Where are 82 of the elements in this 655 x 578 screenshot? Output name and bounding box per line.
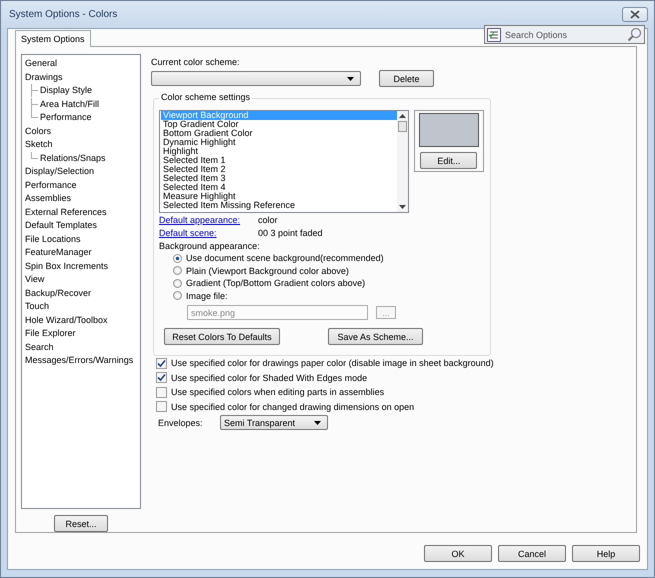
list-item[interactable]: Bottom Gradient Color (161, 129, 397, 138)
tree-item[interactable]: Colors (25, 124, 140, 138)
tree-item[interactable]: Default Templates (25, 219, 140, 232)
checkbox[interactable] (156, 386, 167, 398)
window-title: System Options - Colors (9, 9, 118, 20)
dialog-button[interactable]: Help (572, 545, 640, 562)
list-item[interactable]: Highlight (161, 147, 397, 156)
dropdown-arrow-icon (314, 420, 321, 424)
close-icon (630, 10, 640, 19)
default-scene-value: 00 3 point faded (258, 228, 323, 239)
checkbox[interactable] (156, 358, 167, 369)
list-item[interactable]: Top Gradient Color (161, 120, 397, 129)
default-appearance-link[interactable]: Default appearance: (159, 215, 254, 226)
edit-button[interactable]: Edit... (420, 152, 478, 169)
dropdown-arrow-icon (347, 76, 354, 80)
default-appearance-value: color (258, 215, 278, 226)
radio-label: Gradient (Top/Bottom Gradient colors above) (186, 278, 366, 288)
save-scheme-button[interactable]: Save As Scheme... (328, 328, 423, 345)
close-button[interactable] (622, 7, 648, 22)
list-item[interactable]: Selected Item Missing Reference (161, 201, 397, 210)
tree-item[interactable]: Search (25, 340, 140, 354)
tree-item[interactable]: Sketch (25, 138, 140, 152)
scroll-thumb[interactable] (398, 121, 407, 132)
reset-colors-button[interactable]: Reset Colors To Defaults (164, 328, 280, 345)
tree-item[interactable]: External References (25, 206, 140, 219)
scroll-up-icon[interactable] (398, 114, 406, 118)
checkbox-label: Use specified color for changed drawing dimensions on open (171, 402, 414, 412)
default-scene-link[interactable]: Default scene: (159, 228, 254, 239)
tree-item[interactable]: Relations/Snaps (40, 152, 106, 165)
radio-label: Image file: (186, 290, 228, 301)
radio-label: Use document scene background(recommended) (186, 253, 384, 264)
tree-item[interactable]: File Locations (25, 232, 140, 246)
radio-button[interactable] (173, 266, 182, 276)
search-field[interactable]: Search Options (484, 25, 645, 44)
list-item[interactable]: Selected Item 2 (161, 165, 397, 174)
dialog-button[interactable]: Cancel (498, 545, 566, 562)
tree-branch-icon (31, 152, 38, 158)
radio-button[interactable] (173, 278, 182, 288)
checkbox[interactable] (156, 372, 167, 384)
delete-button[interactable]: Delete (379, 70, 434, 87)
radio-button[interactable] (173, 254, 182, 263)
tree-item[interactable]: View (25, 273, 140, 286)
list-item[interactable]: Measure Highlight (161, 192, 397, 201)
checkbox-label: Use specified color for Shaded With Edges mode (171, 372, 368, 383)
scheme-label: Current color scheme: (151, 57, 241, 67)
tree-item[interactable]: Spin Box Increments (25, 260, 140, 273)
tree-item[interactable]: Drawings (25, 70, 140, 84)
list-item[interactable]: Dynamic Highlight (161, 138, 397, 147)
envelopes-label: Envelopes: (158, 418, 204, 428)
scroll-down-icon[interactable] (398, 205, 406, 209)
tab[interactable]: System Options (15, 30, 91, 47)
list-item[interactable]: Selected Item 3 (161, 174, 397, 183)
reset-button[interactable]: Reset... (54, 515, 108, 532)
tree-item[interactable]: Area Hatch/Fill (40, 98, 100, 111)
tree-item[interactable]: Messages/Errors/Warnings (25, 354, 140, 368)
group-title: Color scheme settings (159, 92, 252, 102)
tree-item[interactable]: Hole Wizard/Toolbox (25, 314, 140, 327)
search-input[interactable]: Search Options (505, 30, 623, 40)
radio-button[interactable] (173, 291, 182, 300)
scheme-dropdown[interactable] (151, 71, 361, 86)
scrollbar[interactable] (396, 111, 408, 212)
checkbox-label: Use specified color for drawings paper color (disable image in sheet background) (171, 358, 494, 368)
tree-item[interactable]: File Explorer (25, 327, 140, 340)
tree-item[interactable]: Display/Selection (25, 165, 140, 178)
list-icon (487, 28, 501, 42)
list-item[interactable]: Selected Item 4 (161, 183, 397, 192)
dialog-button[interactable]: OK (424, 545, 492, 562)
tree-item[interactable]: Assemblies (25, 192, 140, 206)
list-item[interactable]: Selected Item 1 (161, 156, 397, 165)
checkbox-label: Use specified colors when editing parts in assemblies (171, 387, 384, 398)
tree-item[interactable]: Performance (40, 111, 92, 124)
tree-item[interactable]: FeatureManager (25, 246, 140, 260)
search-icon (627, 27, 642, 42)
radio-label: Plain (Viewport Background color above) (186, 266, 349, 276)
checkbox[interactable] (156, 401, 167, 412)
tree-item[interactable]: Touch (25, 300, 140, 314)
tree-item[interactable]: Performance (25, 178, 140, 192)
envelopes-dropdown[interactable]: Semi Transparent (220, 415, 328, 430)
tree-item[interactable]: Backup/Recover (25, 286, 140, 300)
background-label: Background appearance: (159, 241, 261, 252)
tree-item[interactable]: Display Style (40, 84, 92, 98)
tree-item[interactable]: General (25, 57, 140, 70)
